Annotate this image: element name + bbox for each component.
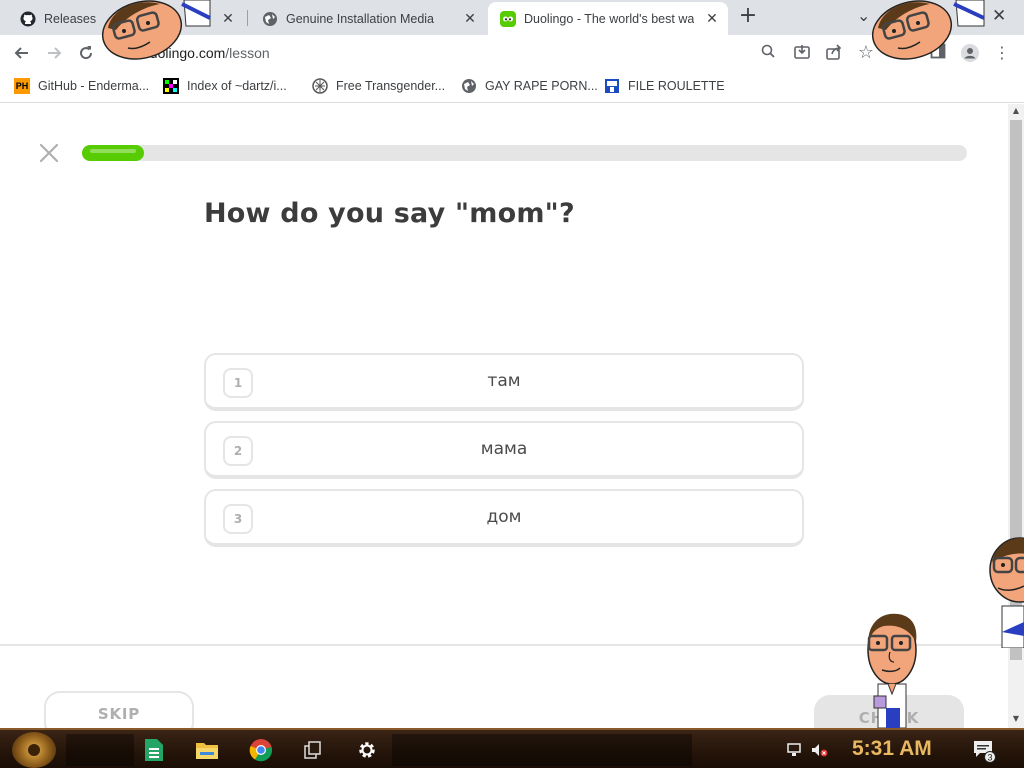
taskbar-clock[interactable]: 5:31 AM xyxy=(852,737,932,761)
notifications-icon[interactable]: 3 xyxy=(970,736,998,764)
skip-button[interactable]: SKIP xyxy=(44,691,194,728)
question-prompt: How do you say "mom"? xyxy=(204,198,575,229)
hank-hill-character-3 xyxy=(988,536,1024,652)
globe-icon xyxy=(262,11,278,27)
choice-2[interactable]: 2 мама xyxy=(204,421,804,479)
bookmark-index-dartz[interactable]: Index of ~dartz/i... xyxy=(163,78,287,94)
hank-hill-character-1 xyxy=(98,0,214,68)
screen: { "browser": { "tabs": [ {"title": "Rele… xyxy=(0,0,1024,768)
bookmark-globe-site[interactable]: GAY RAPE PORN... xyxy=(461,78,598,94)
bookmarks-bar: PH GitHub - Enderma... Index of ~dartz/i… xyxy=(0,70,1024,103)
bookmark-free-transgender[interactable]: Free Transgender... xyxy=(312,78,445,94)
quit-lesson-icon[interactable] xyxy=(38,142,60,164)
volume-muted-icon[interactable] xyxy=(808,736,830,764)
choice-text: там xyxy=(487,371,521,391)
file-explorer-icon[interactable] xyxy=(193,736,221,764)
task-view-icon[interactable] xyxy=(299,736,327,764)
back-icon[interactable] xyxy=(12,43,32,63)
tab-close-icon[interactable]: ✕ xyxy=(462,10,478,26)
sheets-app-icon[interactable] xyxy=(140,736,168,764)
menu-kebab-icon[interactable]: ⋮ xyxy=(992,43,1012,63)
lesson-progress-bar xyxy=(82,145,967,161)
footer-divider xyxy=(0,644,1008,646)
tab-separator xyxy=(247,10,248,26)
network-icon[interactable] xyxy=(784,736,806,764)
tab-genuine-installation-media[interactable]: Genuine Installation Media ✕ xyxy=(250,2,486,35)
github-icon xyxy=(20,11,36,27)
choice-text: дом xyxy=(486,507,522,527)
ph-logo-icon: PH xyxy=(14,78,30,94)
choice-text: мама xyxy=(480,439,528,459)
new-tab-icon[interactable]: + xyxy=(737,5,759,28)
tab-duolingo[interactable]: Duolingo - The world's best wa ✕ xyxy=(488,2,728,35)
bookmark-label: FILE ROULETTE xyxy=(628,79,725,93)
start-gear-center xyxy=(28,744,40,756)
progress-shine xyxy=(90,149,136,153)
forward-icon[interactable] xyxy=(44,43,64,63)
taskbar: 5:31 AM 3 xyxy=(0,728,1024,768)
tab-close-icon[interactable]: ✕ xyxy=(704,10,720,26)
bookmark-label: Free Transgender... xyxy=(336,79,446,93)
lesson-progress-fill xyxy=(82,145,144,161)
reload-icon[interactable] xyxy=(76,43,96,63)
url-path: /lesson xyxy=(225,45,270,61)
duolingo-icon xyxy=(500,10,516,27)
hank-hill-character-2 xyxy=(868,0,988,68)
bookmark-label: GAY RAPE PORN... xyxy=(485,79,598,93)
taskbar-slot xyxy=(66,734,134,766)
bookmark-label: GitHub - Enderma... xyxy=(38,79,150,93)
bookmark-file-roulette[interactable]: FILE ROULETTE xyxy=(604,78,725,94)
choice-1[interactable]: 1 там xyxy=(204,353,804,411)
scroll-up-arrow-icon[interactable]: ▲ xyxy=(1008,104,1024,118)
tab-close-icon[interactable]: ✕ xyxy=(220,10,236,26)
install-icon[interactable] xyxy=(792,43,812,63)
settings-gear-icon[interactable] xyxy=(353,736,381,764)
bookmark-github[interactable]: PH GitHub - Enderma... xyxy=(14,78,149,94)
pixel-icon xyxy=(163,78,179,94)
hank-hill-character-4 xyxy=(864,612,924,732)
zoom-search-icon[interactable] xyxy=(759,44,777,62)
globe-icon xyxy=(461,78,477,94)
share-icon[interactable] xyxy=(824,43,844,63)
file-icon xyxy=(604,78,620,94)
bookmark-label: Index of ~dartz/i... xyxy=(187,79,287,93)
lesson-page: How do you say "mom"? 1 там 2 мама 3 дом… xyxy=(0,104,1008,728)
scroll-down-arrow-icon[interactable]: ▼ xyxy=(1008,712,1024,726)
tab-title: Genuine Installation Media xyxy=(286,11,435,26)
taskbar-slot xyxy=(392,734,692,766)
close-window-icon[interactable]: ✕ xyxy=(992,6,1006,26)
tab-title: Duolingo - The world's best wa xyxy=(524,11,695,26)
tab-title: Releases xyxy=(44,11,97,26)
start-gear-button[interactable] xyxy=(12,732,56,768)
choice-3[interactable]: 3 дом xyxy=(204,489,804,547)
globe-pattern-icon xyxy=(312,78,328,94)
notification-count: 3 xyxy=(987,753,992,763)
chrome-icon[interactable] xyxy=(247,736,275,764)
